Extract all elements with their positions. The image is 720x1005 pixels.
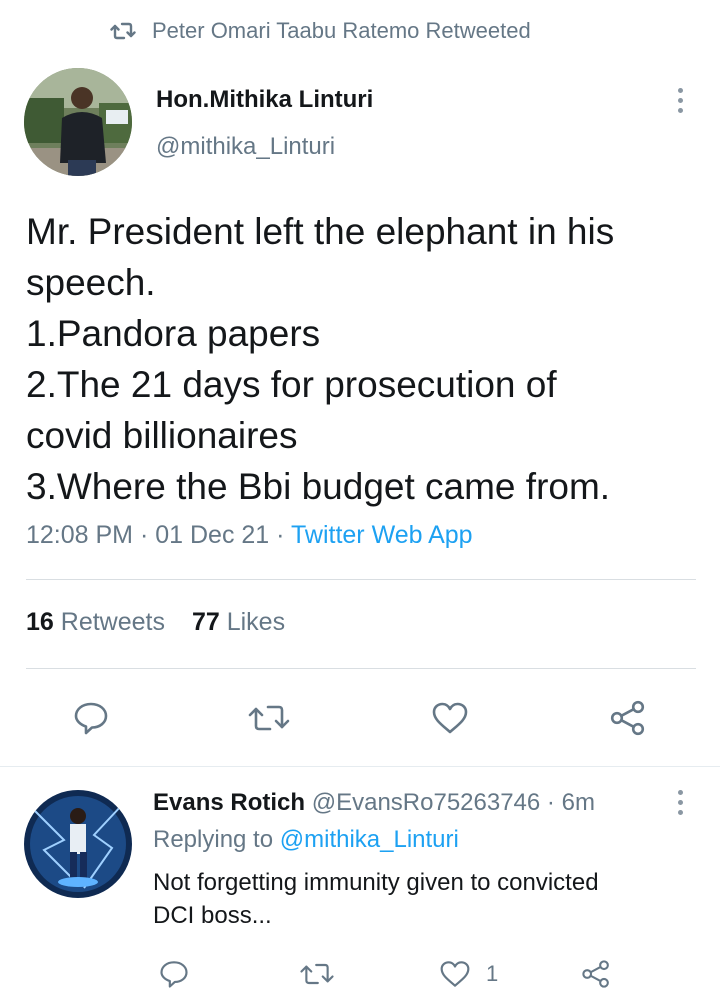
- reply-author-avatar[interactable]: [24, 790, 132, 898]
- likes-label: Likes: [226, 608, 286, 636]
- replying-to: Replying to @mithika_Linturi: [153, 826, 459, 854]
- tweet-time: 12:08 PM: [26, 521, 134, 549]
- replying-to-handle[interactable]: @mithika_Linturi: [280, 826, 459, 853]
- meta-separator: ·: [139, 521, 149, 549]
- reply-like-button[interactable]: 1: [438, 956, 498, 992]
- retweet-button[interactable]: [246, 697, 292, 739]
- retweet-banner: Peter Omari Taabu Ratemo Retweeted: [110, 16, 531, 46]
- likes-stat[interactable]: 77 Likes: [192, 608, 285, 636]
- reply-like-icon-wrap: [438, 959, 472, 989]
- divider: [0, 766, 720, 767]
- tweet-line: 2.The 21 days for prosecution of: [26, 364, 557, 405]
- likes-count: 77: [191, 608, 220, 636]
- author-handle[interactable]: @mithika_Linturi: [156, 133, 335, 161]
- tweet-source-link[interactable]: Twitter Web App: [291, 521, 473, 549]
- retweet-icon: [300, 963, 334, 985]
- retweets-count: 16: [26, 608, 54, 636]
- divider: [26, 579, 696, 580]
- retweets-label: Retweets: [60, 608, 165, 636]
- reply-menu-icon[interactable]: [675, 790, 685, 815]
- author-avatar[interactable]: [24, 68, 132, 176]
- retweet-icon: [248, 705, 290, 731]
- replying-to-label: Replying to: [153, 826, 274, 853]
- tweet-menu-icon[interactable]: [675, 88, 685, 113]
- reply-icon: [74, 702, 108, 735]
- tweet-stats: 16 Retweets 77 Likes: [26, 608, 285, 637]
- meta-separator: ·: [276, 521, 285, 549]
- reply-icon: [160, 961, 188, 988]
- retweet-banner-text: Peter Omari Taabu Ratemo Retweeted: [152, 18, 531, 43]
- heart-icon: [440, 961, 470, 987]
- tweet-line: Mr. President left the elephant in his: [26, 211, 615, 252]
- reply-author-handle[interactable]: @EvansRo75263746: [312, 789, 541, 816]
- tweet-line: 1.Pandora papers: [26, 313, 321, 354]
- divider: [26, 668, 696, 669]
- reply-time: 6m: [561, 789, 595, 816]
- tweet-line: speech.: [26, 262, 156, 303]
- tweet-date: 01 Dec 21: [155, 521, 270, 549]
- heart-icon: [432, 702, 468, 734]
- reply-reply-button[interactable]: [156, 956, 192, 992]
- tweet-text: Mr. President left the elephant in his s…: [26, 206, 706, 512]
- share-icon: [582, 960, 609, 988]
- author-avatar-image: [24, 68, 132, 176]
- tweet-meta: 12:08 PM · 01 Dec 21 · Twitter Web App: [26, 521, 473, 550]
- reply-header: Evans Rotich @EvansRo75263746 · 6m: [153, 789, 595, 817]
- reply-like-count: 1: [486, 961, 499, 986]
- reply-retweet-button[interactable]: [298, 956, 336, 992]
- reply-text: Not forgetting immunity given to convict…: [153, 866, 693, 932]
- reply-separator: ·: [546, 789, 555, 816]
- reply-button[interactable]: [70, 697, 112, 739]
- share-icon: [610, 700, 645, 736]
- author-name[interactable]: Hon.Mithika Linturi: [156, 86, 373, 114]
- reply-share-button[interactable]: [578, 956, 614, 992]
- reply-avatar-image: [24, 790, 132, 898]
- tweet-line: 3.Where the Bbi budget came from.: [26, 466, 611, 507]
- reply-line: Not forgetting immunity given to convict…: [153, 869, 599, 896]
- retweets-stat[interactable]: 16 Retweets: [26, 608, 165, 636]
- like-button[interactable]: [428, 697, 472, 739]
- reply-line: DCI boss...: [153, 902, 272, 929]
- share-button[interactable]: [606, 697, 650, 739]
- reply-author-name[interactable]: Evans Rotich: [153, 789, 305, 816]
- retweet-icon: [110, 22, 136, 40]
- tweet-line: covid billionaires: [26, 415, 298, 456]
